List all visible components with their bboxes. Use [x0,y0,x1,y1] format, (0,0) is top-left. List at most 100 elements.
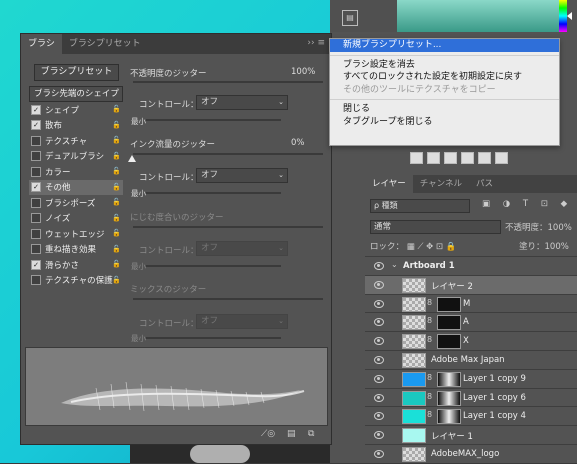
layer-filter-kind[interactable]: ρ 種類 [370,199,470,213]
layer-name[interactable]: Artboard 1 [403,261,455,271]
brush-setting-item[interactable]: カラー 🔓 [29,164,123,180]
control-dropdown-1[interactable]: オフ ⌄ [196,95,288,110]
control-dropdown-3[interactable]: オフ ⌄ [196,241,288,256]
adjust-icon-1[interactable] [410,152,423,164]
layer-name[interactable]: Layer 1 copy 6 [463,393,526,403]
brush-setting-checkbox[interactable]: ✓ [31,182,41,193]
color-picker-field[interactable] [397,0,559,32]
control-dropdown-2[interactable]: オフ ⌄ [196,168,288,183]
visibility-eye-icon[interactable] [374,374,384,383]
wet-jitter-slider[interactable] [133,226,323,228]
layer-name[interactable]: Adobe Max Japan [431,355,505,365]
brush-setting-checkbox[interactable] [31,228,41,239]
layer-mask-thumbnail[interactable] [437,315,461,331]
visibility-eye-icon[interactable] [374,356,384,364]
minimum-slider-3[interactable] [146,265,281,267]
visibility-eye-icon[interactable] [374,280,384,289]
menu-item[interactable]: すべてのロックされた設定を初期設定に戻す [330,71,559,84]
create-preset-icon[interactable]: ▤ [287,429,296,439]
layer-row[interactable]: レイヤー 2 [365,274,577,295]
lock-icon[interactable]: 🔓 [112,214,121,222]
hue-slider[interactable] [559,0,567,32]
brush-setting-item[interactable]: ウェットエッジ 🔓 [29,226,123,242]
lock-icon[interactable]: 🔓 [112,229,121,237]
layer-row[interactable]: 8M [365,293,577,314]
brush-setting-item[interactable]: ✓ その他 🔓 [29,179,123,195]
link-chain-icon[interactable]: 8 [427,392,432,401]
lock-icon[interactable]: 🔓 [112,198,121,206]
visibility-eye-icon[interactable] [374,262,384,270]
brush-setting-checkbox[interactable]: ✓ [31,259,41,270]
lock-icon[interactable]: 🔓 [112,152,121,160]
brush-setting-item[interactable]: ノイズ 🔓 [29,211,123,227]
blend-mode-select[interactable]: 通常 [370,220,501,234]
lock-icon[interactable]: 🔓 [112,245,121,253]
tab-brush[interactable]: ブラシ [21,34,62,54]
brush-setting-item[interactable]: テクスチャの保護 🔓 [29,273,123,289]
lock-icon[interactable]: 🔓 [112,136,121,144]
layer-row[interactable]: 8 Layer 1 copy 4 [365,406,577,426]
lock-icon[interactable]: 🔓 [112,167,121,175]
artboard-row[interactable]: ⌄ Artboard 1 [365,256,577,276]
layer-mask-thumbnail[interactable] [437,409,461,425]
lock-icon[interactable]: 🔓 [112,276,121,284]
brush-tip-shape-item[interactable]: ブラシ先端のシェイプ [29,86,123,102]
lock-icons[interactable]: ▦ ⟋ ✥ ⊡ 🔒 [407,242,457,252]
lock-icon[interactable]: 🔓 [112,121,121,129]
control-dropdown-4[interactable]: オフ ⌄ [196,314,288,329]
layer-mask-thumbnail[interactable] [437,296,461,312]
brush-setting-item[interactable]: テクスチャ 🔓 [29,133,123,149]
menu-item[interactable]: 新規ブラシプリセット... [330,39,559,52]
brush-setting-item[interactable]: ブラシポーズ 🔓 [29,195,123,211]
layer-row[interactable]: 8A [365,312,577,332]
tab-channels[interactable]: チャンネル [413,175,469,193]
layer-name[interactable]: レイヤー 1 [431,430,473,442]
flow-jitter-slider[interactable] [133,153,323,155]
opacity-jitter-slider[interactable] [133,81,323,83]
menu-item[interactable]: ブラシ設定を消去 [330,59,559,72]
brush-setting-item[interactable]: ✓ シェイプ 🔓 [29,102,123,118]
adjust-icon-5[interactable] [478,152,491,164]
link-chain-icon[interactable]: 8 [427,373,432,382]
layer-name[interactable]: AdobeMAX_logo [431,449,499,459]
layer-name[interactable]: X [463,336,469,346]
visibility-eye-icon[interactable] [374,337,384,346]
link-chain-icon[interactable]: 8 [427,316,432,325]
visibility-eye-icon[interactable] [374,299,384,308]
minimum-slider-4[interactable] [146,337,281,339]
adjust-icon-3[interactable] [444,152,457,164]
tab-paths[interactable]: パス [469,175,500,193]
adjust-icon-6[interactable] [495,152,508,164]
menu-item[interactable]: 閉じる [330,103,559,116]
brush-panel-icon[interactable]: ▤ [342,10,358,26]
visibility-eye-icon[interactable] [374,393,384,402]
minimum-slider-1[interactable] [146,119,281,121]
lock-icon[interactable]: 🔓 [112,105,121,113]
link-chain-icon[interactable]: 8 [427,410,432,419]
adjust-icon-2[interactable] [427,152,440,164]
menu-item[interactable]: タブグループを閉じる [330,116,559,129]
brush-setting-checkbox[interactable] [31,244,41,255]
layer-row[interactable]: AdobeMAX_logo [365,444,577,464]
layer-name[interactable]: Layer 1 copy 4 [463,411,526,421]
lock-icon[interactable]: 🔓 [112,183,121,191]
layer-mask-thumbnail[interactable] [437,334,461,350]
layer-name[interactable]: Layer 1 copy 9 [463,374,526,384]
fill-field[interactable]: 塗り：100% [519,240,569,252]
brush-setting-item[interactable]: ✓ 散布 🔓 [29,118,123,134]
brush-setting-checkbox[interactable]: ✓ [31,104,41,115]
chevron-down-icon[interactable]: ⌄ [391,260,398,269]
brush-setting-checkbox[interactable] [31,275,41,286]
brush-setting-checkbox[interactable] [31,213,41,224]
brush-setting-item[interactable]: デュアルブラシ 🔓 [29,149,123,165]
new-brush-icon[interactable]: ⧉ [308,429,314,439]
toggle-preview-icon[interactable]: ⟋◎ [261,429,275,439]
brush-presets-button[interactable]: ブラシプリセット [34,64,119,81]
adjust-icon-4[interactable] [461,152,474,164]
link-chain-icon[interactable]: 8 [427,298,432,307]
layer-name[interactable]: A [463,317,469,327]
mix-jitter-slider[interactable] [133,298,323,300]
layer-row[interactable]: レイヤー 1 [365,425,577,445]
visibility-eye-icon[interactable] [374,318,384,327]
brush-setting-checkbox[interactable] [31,197,41,208]
